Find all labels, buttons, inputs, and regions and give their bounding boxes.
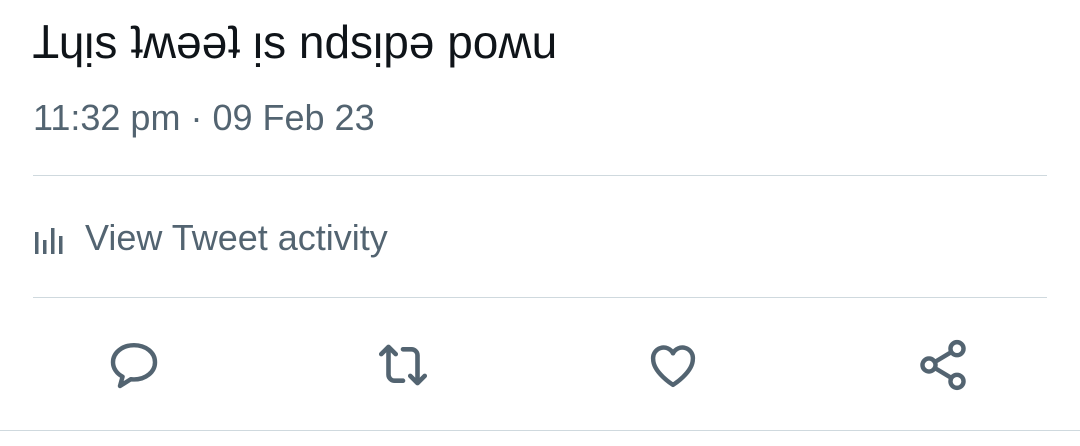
like-button[interactable] [638,330,708,400]
activity-label: View Tweet activity [85,217,388,258]
share-button[interactable] [908,330,978,400]
heart-icon [645,337,701,393]
bar-chart-icon [33,218,73,258]
retweet-button[interactable] [368,330,438,400]
tweet-meta: 11:32 pm · 09 Feb 23 [33,95,375,141]
tweet-date[interactable]: 09 Feb 23 [212,97,374,138]
meta-separator: · [190,97,203,138]
divider [33,175,1047,176]
divider [33,297,1047,298]
reply-icon [106,337,162,393]
reply-button[interactable] [99,330,169,400]
divider [0,430,1080,431]
retweet-icon [374,336,432,394]
tweet-time[interactable]: 11:32 pm [33,97,180,138]
share-icon [915,337,971,393]
tweet-text: Ʇɥᴉs ʇʍǝǝʇ ᴉs ndsᴉpǝ poʍu [33,16,558,68]
view-tweet-activity-link[interactable]: View Tweet activity [33,213,388,263]
